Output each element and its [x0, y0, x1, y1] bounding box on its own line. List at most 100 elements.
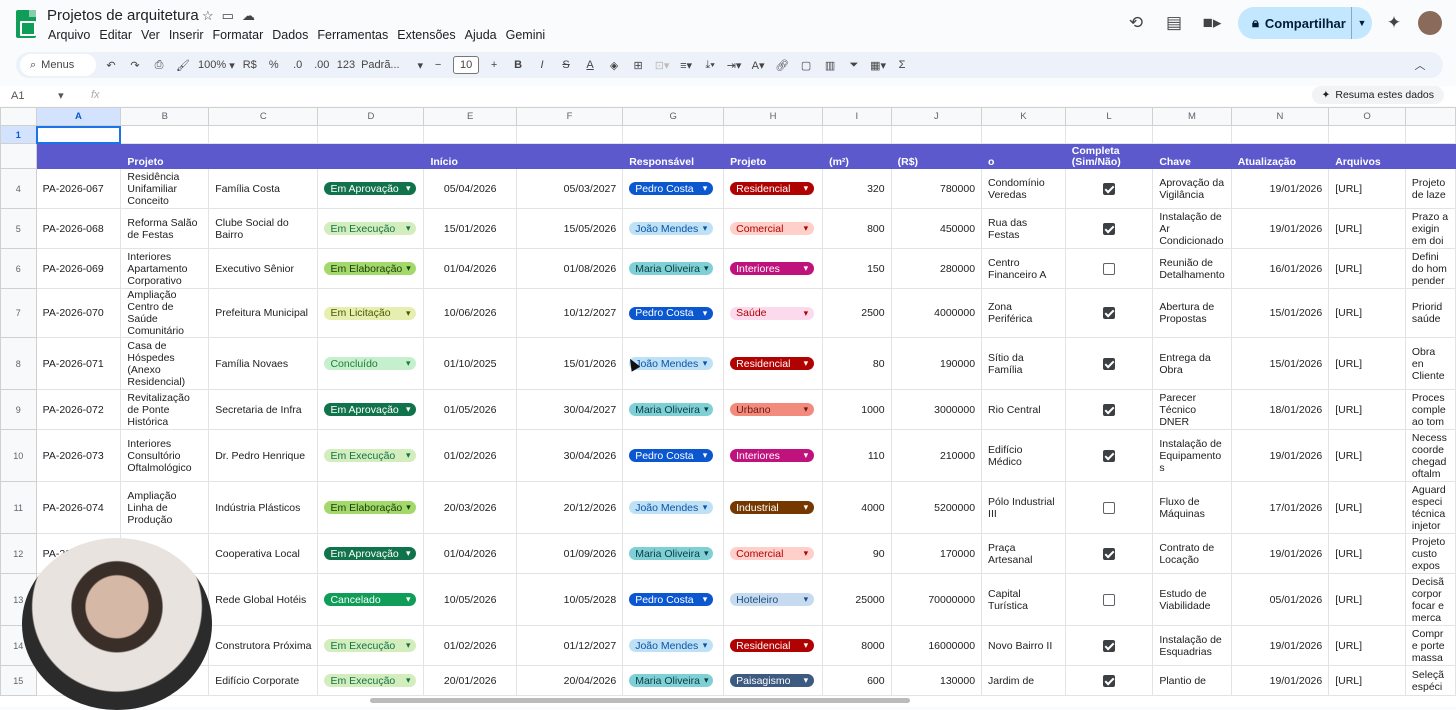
- cell-files[interactable]: [URL]: [1328, 288, 1406, 338]
- align-icon[interactable]: ≡▾: [677, 54, 695, 76]
- cell-status[interactable]: Em Execução: [317, 429, 425, 482]
- cell-responsible[interactable]: Maria Oliveira: [622, 248, 725, 289]
- cell-milestone[interactable]: Abertura de Propostas: [1152, 288, 1232, 338]
- menu-7[interactable]: Extensões: [397, 28, 455, 42]
- font-select[interactable]: Padrã... ▾: [361, 54, 423, 76]
- cell-status[interactable]: Em Execução: [317, 665, 425, 696]
- cell-milestone[interactable]: Plantio de: [1152, 665, 1232, 696]
- cell-updated[interactable]: 16/01/2026: [1230, 248, 1330, 289]
- cell-updated[interactable]: 19/01/2026: [1230, 665, 1330, 696]
- cell-client[interactable]: Prefeitura Municipal: [208, 288, 319, 338]
- cell-status[interactable]: Em Execução: [317, 625, 425, 666]
- cell-updated[interactable]: 19/01/2026: [1230, 533, 1330, 574]
- cell-start[interactable]: 20/03/2026: [423, 481, 517, 534]
- cell-responsible[interactable]: Pedro Costa: [622, 288, 725, 338]
- responsible-chip[interactable]: Pedro Costa: [629, 306, 714, 320]
- search-menus[interactable]: ⌕ Menus: [20, 54, 96, 76]
- status-chip[interactable]: Em Execução: [324, 449, 417, 462]
- cell-notes[interactable]: Obra en Cliente: [1404, 337, 1456, 390]
- row-header[interactable]: 11: [0, 481, 37, 534]
- column-header[interactable]: B: [120, 107, 210, 126]
- row-header[interactable]: 8: [0, 337, 37, 390]
- cell-area[interactable]: 800: [822, 208, 892, 249]
- cell-end[interactable]: 30/04/2027: [515, 389, 624, 430]
- history-icon[interactable]: ⟲: [1124, 11, 1148, 35]
- cell-notes[interactable]: Compr e porte massa: [1404, 625, 1456, 666]
- redo-icon[interactable]: ↷: [126, 54, 144, 76]
- responsible-chip[interactable]: Pedro Costa: [629, 182, 714, 195]
- cell-complete[interactable]: [1064, 337, 1154, 390]
- share-dropdown-icon[interactable]: ▼: [1352, 18, 1372, 28]
- cell-location[interactable]: Praça Artesanal: [981, 533, 1066, 574]
- cell-project-name[interactable]: Interiores Apartamento Corporativo: [120, 248, 210, 289]
- cell-updated[interactable]: 15/01/2026: [1230, 288, 1330, 338]
- responsible-chip[interactable]: Pedro Costa: [629, 593, 714, 606]
- cell-updated[interactable]: 19/01/2026: [1230, 625, 1330, 666]
- cell-project-name[interactable]: Revitalização de Ponte Histórica: [120, 389, 210, 430]
- cell-area[interactable]: 320: [822, 168, 892, 209]
- cell-files[interactable]: [URL]: [1328, 248, 1406, 289]
- cell-responsible[interactable]: Maria Oliveira: [622, 665, 725, 696]
- column-header[interactable]: J: [890, 107, 983, 126]
- cell-updated[interactable]: 17/01/2026: [1230, 481, 1330, 534]
- cell-status[interactable]: Cancelado: [317, 573, 425, 626]
- cell-milestone[interactable]: Entrega da Obra: [1152, 337, 1232, 390]
- cell-status[interactable]: Em Elaboração: [317, 248, 425, 289]
- cell-responsible[interactable]: João Mendes: [622, 625, 725, 666]
- cell[interactable]: [423, 125, 517, 144]
- cell-responsible[interactable]: João Mendes: [622, 208, 725, 249]
- cell[interactable]: [981, 125, 1066, 144]
- cell-complete[interactable]: [1064, 248, 1154, 289]
- menu-3[interactable]: Inserir: [169, 28, 204, 42]
- complete-checkbox[interactable]: [1103, 501, 1116, 514]
- cell[interactable]: [35, 125, 122, 144]
- cell-start[interactable]: 01/04/2026: [423, 248, 517, 289]
- sheets-logo-icon[interactable]: [16, 10, 36, 38]
- complete-checkbox[interactable]: [1103, 674, 1116, 687]
- type-chip[interactable]: Residencial: [730, 357, 815, 370]
- menu-4[interactable]: Formatar: [213, 28, 264, 42]
- cell-location[interactable]: Pólo Industrial III: [981, 481, 1066, 534]
- cell-files[interactable]: [URL]: [1328, 389, 1406, 430]
- cell-milestone[interactable]: Instalação de Esquadrias: [1152, 625, 1232, 666]
- cell-location[interactable]: Rio Central: [981, 389, 1066, 430]
- row-header[interactable]: 10: [0, 429, 37, 482]
- cell-type[interactable]: Paisagismo: [723, 665, 824, 696]
- cell-project-name[interactable]: Interiores Consultório Oftalmológico: [120, 429, 210, 482]
- cell-start[interactable]: 01/05/2026: [423, 389, 517, 430]
- cell-end[interactable]: 01/08/2026: [515, 248, 624, 289]
- responsible-chip[interactable]: Maria Oliveira: [629, 403, 714, 416]
- cell-status[interactable]: Em Aprovação: [317, 168, 425, 209]
- comments-icon[interactable]: ▤: [1162, 11, 1186, 35]
- cell-client[interactable]: Família Costa: [208, 168, 319, 209]
- cell-start[interactable]: 10/05/2026: [423, 573, 517, 626]
- complete-checkbox[interactable]: [1103, 639, 1116, 652]
- cell-project-name[interactable]: Casa de Hóspedes (Anexo Residencial): [120, 337, 210, 390]
- cell-end[interactable]: 05/03/2027: [515, 168, 624, 209]
- complete-checkbox[interactable]: [1103, 307, 1116, 320]
- cell-project-name[interactable]: Ampliação Centro de Saúde Comunitário: [120, 288, 210, 338]
- cell[interactable]: [1152, 125, 1232, 144]
- menu-0[interactable]: Arquivo: [48, 28, 90, 42]
- cell[interactable]: [317, 125, 425, 144]
- cell-client[interactable]: Indústria Plásticos: [208, 481, 319, 534]
- cell-updated[interactable]: 18/01/2026: [1230, 389, 1330, 430]
- cell-complete[interactable]: [1064, 481, 1154, 534]
- functions-icon[interactable]: Σ: [893, 54, 911, 76]
- cell-notes[interactable]: Proces comple ao tom: [1404, 389, 1456, 430]
- cell-id[interactable]: PA-2026-069: [35, 248, 122, 289]
- column-header[interactable]: K: [981, 107, 1066, 126]
- cell-complete[interactable]: [1064, 168, 1154, 209]
- cell-client[interactable]: Clube Social do Bairro: [208, 208, 319, 249]
- cell-milestone[interactable]: Estudo de Viabilidade: [1152, 573, 1232, 626]
- column-header[interactable]: I: [822, 107, 892, 126]
- cell-area[interactable]: 150: [822, 248, 892, 289]
- cell-budget[interactable]: 190000: [890, 337, 983, 390]
- cell-notes[interactable]: Decisã corpor focar e merca: [1404, 573, 1456, 626]
- type-chip[interactable]: Paisagismo: [730, 674, 815, 687]
- cell-updated[interactable]: 05/01/2026: [1230, 573, 1330, 626]
- cell-notes[interactable]: Projeto de laze: [1404, 168, 1456, 209]
- cell-area[interactable]: 600: [822, 665, 892, 696]
- select-all-corner[interactable]: [0, 107, 37, 126]
- complete-checkbox[interactable]: [1103, 182, 1116, 195]
